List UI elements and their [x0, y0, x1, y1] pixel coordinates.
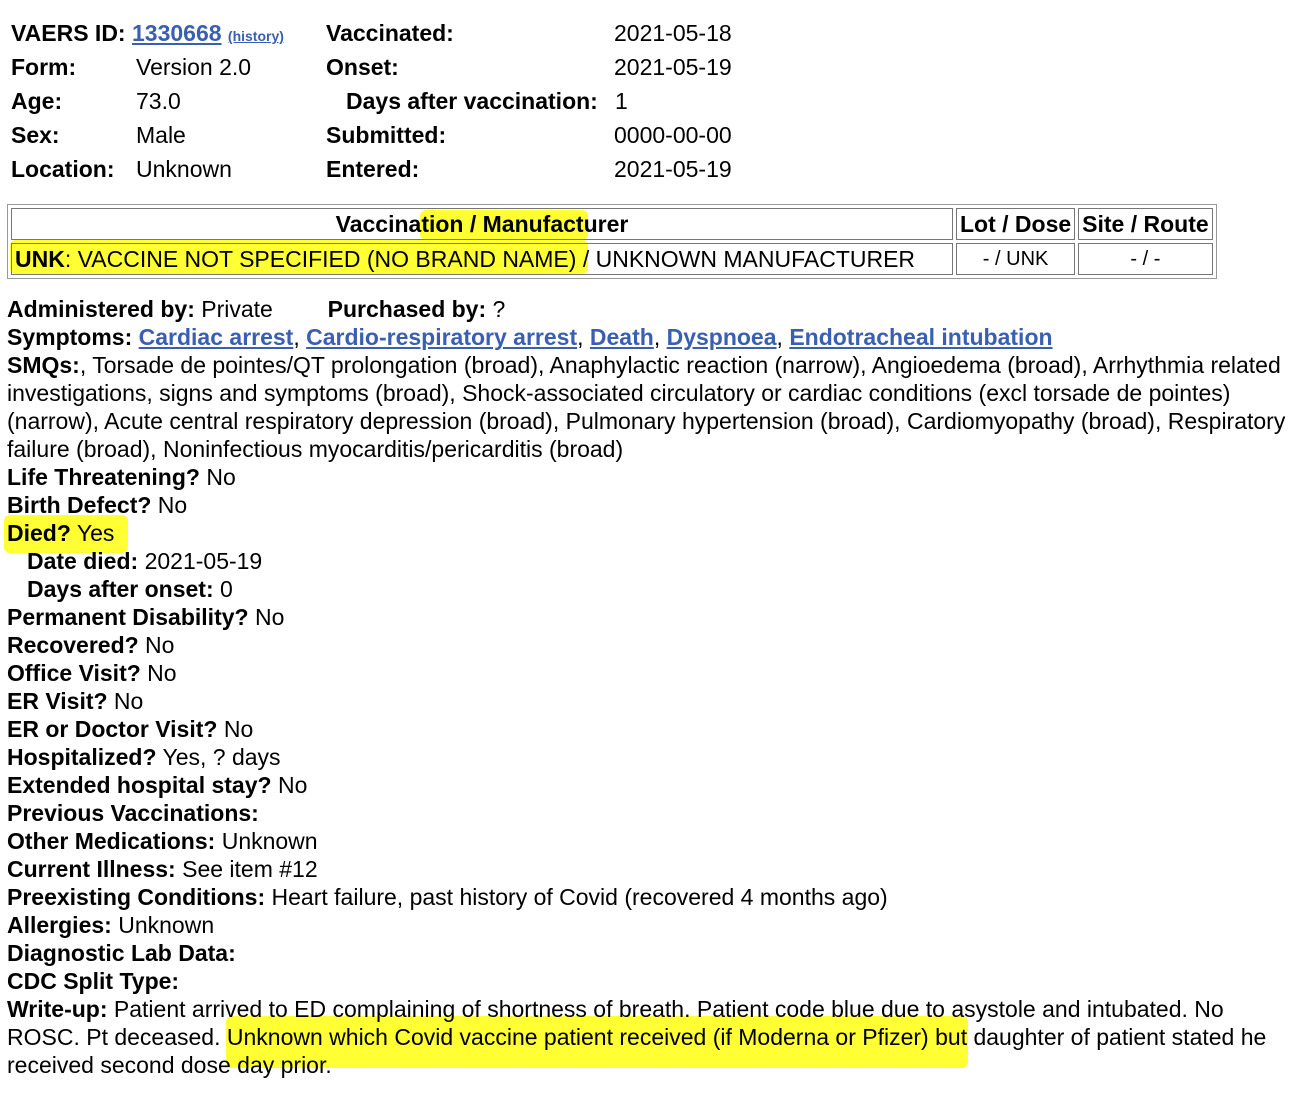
life-threatening-value: No — [199, 464, 236, 490]
col-lot-dose: Lot / Dose — [956, 208, 1076, 240]
diagnostic-lab-data-label: Diagnostic Lab Data: — [7, 940, 236, 966]
date-died-label: Date died: — [27, 548, 139, 574]
vaccine-code: UNK — [15, 246, 65, 272]
symptom-link-endotracheal-intubation[interactable]: Endotracheal intubation — [789, 324, 1052, 350]
sex-value: Male — [136, 122, 186, 148]
birth-defect-value: No — [151, 492, 188, 518]
died-label: Died? — [7, 520, 71, 546]
sex-label: Sex: — [11, 122, 60, 148]
administered-value: Private — [194, 296, 273, 322]
vaccinated-value: 2021-05-18 — [614, 20, 732, 46]
extended-stay-value: No — [271, 772, 308, 798]
age-label: Age: — [11, 88, 63, 114]
cdc-split-type-label: CDC Split Type: — [7, 968, 180, 994]
onset-label: Onset: — [326, 54, 399, 80]
days-after-vaccination-value: 1 — [615, 88, 628, 114]
er-visit-value: No — [107, 688, 144, 714]
smqs-value: , Torsade de pointes/QT prolongation (br… — [7, 352, 1286, 462]
vaccine-cell: UNK: VACCINE NOT SPECIFIED (NO BRAND NAM… — [11, 243, 953, 275]
recovered-value: No — [138, 632, 175, 658]
smqs-label: SMQs: — [7, 352, 80, 378]
er-doctor-visit-label: ER or Doctor Visit? — [7, 716, 218, 742]
other-medications-label: Other Medications: — [7, 828, 216, 854]
vaccine-name: : VACCINE NOT SPECIFIED (NO BRAND NAME) … — [64, 246, 916, 272]
days-after-onset-label: Days after onset: — [27, 576, 214, 602]
preexisting-conditions-label: Preexisting Conditions: — [7, 884, 266, 910]
purchased-label: Purchased by: — [327, 296, 487, 322]
current-illness-value: See item #12 — [175, 856, 318, 882]
recovered-label: Recovered? — [7, 632, 139, 658]
permanent-disability-label: Permanent Disability? — [7, 604, 249, 630]
col-site-route: Site / Route — [1078, 208, 1213, 240]
er-doctor-visit-value: No — [217, 716, 254, 742]
form-label: Form: — [11, 54, 77, 80]
life-threatening-label: Life Threatening? — [7, 464, 200, 490]
days-after-vaccination-label: Days after vaccination: — [346, 88, 598, 114]
purchased-value: ? — [486, 296, 506, 322]
age-value: 73.0 — [136, 88, 181, 114]
entered-label: Entered: — [326, 156, 420, 182]
history-link[interactable]: (history) — [228, 28, 284, 44]
died-value: Yes — [70, 520, 115, 546]
symptom-link-cardiac-arrest[interactable]: Cardiac arrest — [139, 324, 294, 350]
symptom-link-dyspnoea[interactable]: Dyspnoea — [667, 324, 777, 350]
hospitalized-value: Yes, ? days — [156, 744, 281, 770]
allergies-label: Allergies: — [7, 912, 112, 938]
office-visit-value: No — [140, 660, 177, 686]
extended-stay-label: Extended hospital stay? — [7, 772, 272, 798]
vaers-id-label: VAERS ID: — [11, 20, 126, 46]
symptom-link-death[interactable]: Death — [590, 324, 654, 350]
location-value: Unknown — [136, 156, 232, 182]
vaccine-table: Vaccination / Manufacturer Lot / Dose Si… — [7, 204, 1217, 279]
allergies-value: Unknown — [111, 912, 215, 938]
previous-vaccinations-label: Previous Vaccinations: — [7, 800, 259, 826]
birth-defect-label: Birth Defect? — [7, 492, 152, 518]
administered-label: Administered by: — [7, 296, 195, 322]
date-died-value: 2021-05-19 — [138, 548, 263, 574]
write-up-label: Write-up: — [7, 996, 108, 1022]
hospitalized-label: Hospitalized? — [7, 744, 157, 770]
office-visit-label: Office Visit? — [7, 660, 141, 686]
symptom-link-cardio-respiratory-arrest[interactable]: Cardio-respiratory arrest — [306, 324, 577, 350]
permanent-disability-value: No — [248, 604, 285, 630]
onset-value: 2021-05-19 — [614, 54, 732, 80]
entered-value: 2021-05-19 — [614, 156, 732, 182]
submitted-value: 0000-00-00 — [614, 122, 732, 148]
report-details: Administered by: Private Purchased by: ?… — [7, 296, 1286, 1078]
col-vaccination-manufacturer: Vaccination / Manufacturer — [11, 208, 953, 240]
vaccinated-label: Vaccinated: — [326, 20, 454, 46]
symptoms-label: Symptoms: — [7, 324, 133, 350]
current-illness-label: Current Illness: — [7, 856, 176, 882]
preexisting-conditions-value: Heart failure, past history of Covid (re… — [265, 884, 888, 910]
er-visit-label: ER Visit? — [7, 688, 108, 714]
table-row: UNK: VACCINE NOT SPECIFIED (NO BRAND NAM… — [11, 243, 1213, 275]
lot-dose-cell: - / UNK — [956, 243, 1076, 275]
write-up-text-highlighted: Unknown which Covid vaccine patient rece… — [226, 1024, 929, 1050]
form-value: Version 2.0 — [136, 54, 252, 80]
location-label: Location: — [11, 156, 115, 182]
submitted-label: Submitted: — [326, 122, 447, 148]
other-medications-value: Unknown — [215, 828, 318, 854]
days-after-onset-value: 0 — [213, 576, 233, 602]
vaers-id-link[interactable]: 1330668 — [132, 20, 222, 46]
vaccine-table-header-row: Vaccination / Manufacturer Lot / Dose Si… — [11, 208, 1213, 240]
site-route-cell: - / - — [1078, 243, 1213, 275]
